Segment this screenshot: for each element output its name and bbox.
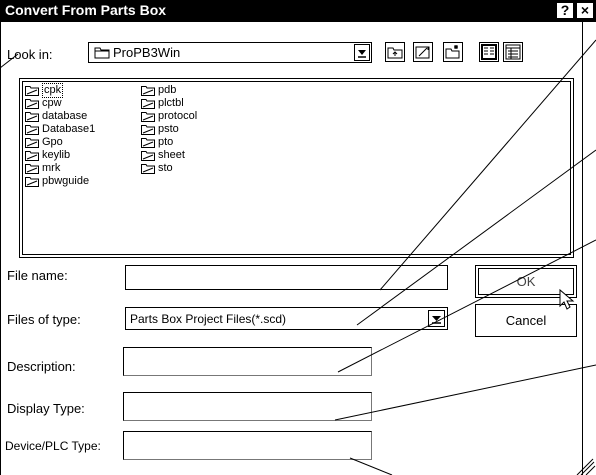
device-plc-type-field[interactable] xyxy=(123,431,372,460)
folder-icon xyxy=(25,176,39,191)
file-list[interactable]: cpk cpw database Database1 Gpo keylib mrk pbwgu… xyxy=(19,78,574,258)
list-item-label: Gpo xyxy=(42,136,63,148)
cancel-button[interactable]: Cancel xyxy=(475,304,577,337)
files-of-type-value: Parts Box Project Files(*.scd) xyxy=(130,312,287,326)
files-of-type-dropdown-button[interactable] xyxy=(428,310,445,327)
list-item-label: plctbl xyxy=(158,97,184,109)
description-field[interactable] xyxy=(123,347,372,376)
window-title: Convert From Parts Box xyxy=(5,2,167,18)
list-item-label: database xyxy=(42,110,88,122)
dropdown-arrow-icon xyxy=(432,316,441,324)
lookin-label: Look in: xyxy=(7,47,53,62)
list-item-label: pdb xyxy=(158,84,177,96)
lookin-dropdown-button[interactable] xyxy=(354,44,370,61)
list-item-label: keylib xyxy=(42,149,71,161)
convert-dialog: Convert From Parts Box ? × Look in: ProP… xyxy=(0,0,596,475)
folder-icon xyxy=(141,163,155,178)
list-item-label: mrk xyxy=(42,162,61,174)
display-type-field[interactable] xyxy=(123,392,372,421)
list-item-label: pbwguide xyxy=(42,175,90,187)
list-view-icon xyxy=(481,44,497,60)
list-item-label: Database1 xyxy=(42,123,96,135)
list-item-label: sto xyxy=(158,162,173,174)
desktop-button[interactable] xyxy=(443,42,463,62)
help-button[interactable]: ? xyxy=(556,2,574,19)
file-name-label: File name: xyxy=(7,268,68,283)
files-of-type-label: Files of type: xyxy=(7,312,81,327)
list-item-label: sheet xyxy=(158,149,185,161)
lookin-value: ProPB3Win xyxy=(113,45,181,60)
list-item-label: pto xyxy=(158,136,174,148)
new-folder-icon xyxy=(415,46,430,59)
file-name-input[interactable] xyxy=(125,265,448,290)
details-view-button[interactable] xyxy=(503,42,523,62)
list-item-label: psto xyxy=(158,123,179,135)
details-view-icon xyxy=(505,44,521,60)
list-item-label: cpw xyxy=(42,97,62,109)
ok-button[interactable]: OK xyxy=(475,265,577,298)
device-plc-type-label: Device/PLC Type: xyxy=(5,439,101,453)
description-label: Description: xyxy=(7,359,76,374)
new-folder-button[interactable] xyxy=(413,42,433,62)
list-item-label: protocol xyxy=(158,110,198,122)
title-bar: Convert From Parts Box ? × xyxy=(1,0,596,22)
display-type-label: Display Type: xyxy=(7,401,85,416)
file-list-area: cpk cpw database Database1 Gpo keylib mrk pbwgu… xyxy=(22,81,571,255)
files-of-type-dropdown[interactable]: Parts Box Project Files(*.scd) xyxy=(125,307,448,330)
list-item-label: cpk xyxy=(42,83,64,98)
desktop-icon xyxy=(445,45,460,59)
up-one-level-icon xyxy=(387,47,403,59)
up-one-level-button[interactable] xyxy=(385,42,405,62)
folder-icon xyxy=(94,47,110,59)
list-view-button[interactable] xyxy=(479,42,499,62)
lookin-dropdown[interactable]: ProPB3Win xyxy=(88,42,372,63)
close-button[interactable]: × xyxy=(576,2,594,19)
dropdown-arrow-icon xyxy=(358,50,366,58)
